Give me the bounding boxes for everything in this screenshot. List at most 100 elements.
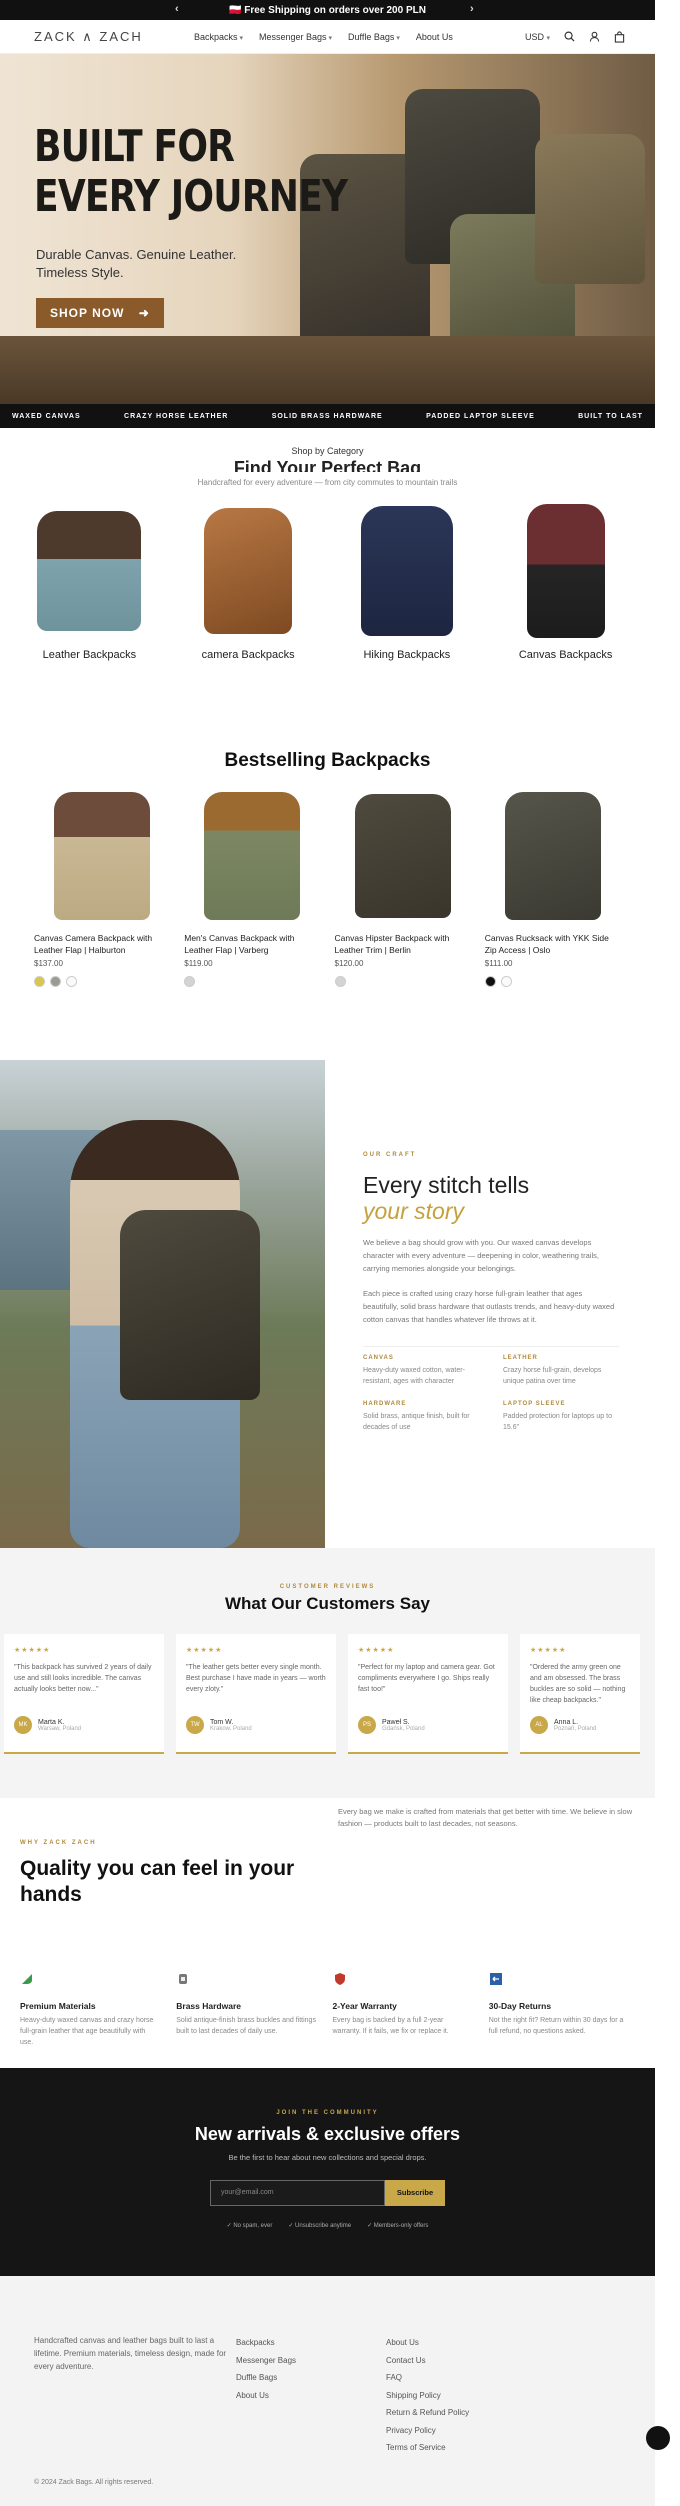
- footer-link[interactable]: About Us: [386, 2334, 469, 2352]
- announcement-next-button[interactable]: ›: [470, 3, 474, 15]
- currency-selector[interactable]: USD ▾: [525, 32, 550, 42]
- nav-about-us[interactable]: About Us: [416, 32, 453, 42]
- newsletter-eyebrow: JOIN THE COMMUNITY: [276, 2110, 379, 2116]
- avatar: PS: [358, 1716, 376, 1734]
- benefit-item: ✓ No spam, ever: [226, 2223, 273, 2229]
- category-card-camera[interactable]: camera Backpacks: [173, 501, 323, 661]
- copyright: © 2024 Zack Bags. All rights reserved.: [34, 2479, 154, 2486]
- site-footer: Handcrafted canvas and leather bags buil…: [0, 2276, 655, 2506]
- search-icon[interactable]: [564, 31, 575, 42]
- nav-duffle-bags[interactable]: Duffle Bags: [348, 32, 400, 42]
- quality-feature-text: Every bag is backed by a full 2-year war…: [332, 2017, 449, 2035]
- rating-stars: ★★★★★: [186, 1647, 223, 1654]
- footer-link[interactable]: FAQ: [386, 2369, 469, 2387]
- review-card: ★★★★★ "Ordered the army green one and am…: [520, 1634, 640, 1754]
- nav-messenger-bags[interactable]: Messenger Bags: [259, 32, 332, 42]
- user-icon[interactable]: [589, 31, 600, 42]
- footer-link[interactable]: Return & Refund Policy: [386, 2404, 469, 2422]
- story-title: Every stitch tells your story: [363, 1172, 619, 1224]
- avatar: AL: [530, 1716, 548, 1734]
- category-subtitle: Handcrafted for every adventure — from c…: [197, 478, 458, 487]
- product-card[interactable]: Men's Canvas Backpack with Leather Flap …: [184, 786, 320, 987]
- footer-link[interactable]: Shipping Policy: [386, 2387, 469, 2405]
- reviewer-location: Gdańsk, Poland: [382, 1725, 425, 1732]
- product-card[interactable]: Canvas Hipster Backpack with Leather Tri…: [334, 786, 471, 987]
- logo[interactable]: ZACK ∧ ZACH: [34, 29, 194, 45]
- reviewer-name: Marta K.: [38, 1718, 65, 1726]
- story-feature-title: LEATHER: [503, 1355, 538, 1361]
- story-photo: [0, 1060, 325, 1548]
- feature-marquee: WAXED CANVAS CRAZY HORSE LEATHER SOLID B…: [0, 404, 655, 428]
- footer-link[interactable]: Privacy Policy: [386, 2422, 469, 2440]
- quality-feature-title: 2-Year Warranty: [332, 2001, 397, 2011]
- footer-link[interactable]: Terms of Service: [386, 2439, 469, 2457]
- review-list: ★★★★★ "This backpack has survived 2 year…: [0, 1634, 655, 1754]
- story-text: OUR CRAFT Every stitch tells your story W…: [325, 1060, 655, 1548]
- currency-label: USD: [524, 31, 544, 42]
- reviewer: PS Paweł S. Gdańsk, Poland: [358, 1716, 498, 1734]
- main-nav: Backpacks Messenger Bags Duffle Bags Abo…: [194, 32, 525, 42]
- swatch-yellow[interactable]: [34, 976, 45, 987]
- announcement-prev-button[interactable]: ‹: [175, 3, 179, 15]
- swatch-light-gray[interactable]: [184, 976, 196, 987]
- cart-icon[interactable]: [614, 30, 625, 43]
- footer-link[interactable]: Contact Us: [386, 2352, 469, 2370]
- color-swatches: [334, 976, 471, 987]
- quality-feature-text: Solid antique-finish brass buckles and f…: [176, 2017, 316, 2035]
- reviewer-location: Poznań, Poland: [554, 1725, 597, 1732]
- footer-about: Handcrafted canvas and leather bags buil…: [34, 2336, 227, 2371]
- swatch-light-gray[interactable]: [334, 976, 346, 987]
- quality-feature-title: Premium Materials: [20, 2001, 96, 2011]
- category-label: Leather Backpacks: [42, 649, 137, 661]
- color-swatches: [484, 976, 621, 987]
- email-field[interactable]: your@email.com: [210, 2180, 385, 2206]
- shop-now-button[interactable]: SHOP NOW ➜: [36, 298, 164, 328]
- category-eyebrow: Shop by Category: [291, 446, 364, 456]
- marquee-item: SOLID BRASS HARDWARE: [271, 412, 383, 420]
- review-card: ★★★★★ "The leather gets better every sin…: [176, 1634, 336, 1754]
- nav-backpacks[interactable]: Backpacks: [194, 32, 243, 42]
- product-name: Men's Canvas Backpack with Leather Flap …: [184, 933, 295, 955]
- footer-link[interactable]: About Us: [236, 2387, 386, 2405]
- quality-feature-text: Not the right fit? Return within 30 days…: [488, 2017, 624, 2035]
- category-image: [491, 501, 641, 641]
- reviews-title: What Our Customers Say: [225, 1594, 430, 1613]
- chat-icon[interactable]: [646, 2426, 670, 2450]
- quality-feature-text: Heavy-duty waxed canvas and crazy horse …: [20, 2017, 154, 2046]
- newsletter-title: New arrivals & exclusive offers: [194, 2124, 461, 2144]
- story-feature: CANVAS Heavy-duty waxed cotton, water-res…: [363, 1355, 479, 1387]
- reviewer-location: Krakow, Poland: [210, 1725, 252, 1732]
- marquee-item: WAXED CANVAS: [12, 412, 81, 420]
- quality-feature: 2-Year Warranty Every bag is backed by a…: [333, 1972, 473, 2048]
- footer-link[interactable]: Duffle Bags: [236, 2369, 386, 2387]
- swatch-black[interactable]: [484, 976, 496, 987]
- benefit-item: ✓ Members-only offers: [367, 2223, 429, 2229]
- footer-link[interactable]: Messenger Bags: [236, 2352, 386, 2370]
- story-feature: LAPTOP SLEEVE Padded protection for lapto…: [503, 1401, 619, 1433]
- marquee-item: PADDED LAPTOP SLEEVE: [426, 412, 535, 420]
- product-card[interactable]: Canvas Rucksack with YKK Side Zip Access…: [484, 786, 621, 987]
- rating-stars: ★★★★★: [358, 1647, 395, 1654]
- footer-shop-links: Backpacks Messenger Bags Duffle Bags Abo…: [236, 2334, 386, 2457]
- category-card-canvas[interactable]: Canvas Backpacks: [491, 501, 641, 661]
- benefit-item: ✓ Unsubscribe anytime: [288, 2223, 352, 2229]
- story-eyebrow: OUR CRAFT: [363, 1152, 417, 1158]
- story-title-main: Every stitch tells: [363, 1172, 530, 1198]
- swatch-white[interactable]: [500, 976, 512, 987]
- subscribe-button[interactable]: Subscribe: [385, 2180, 445, 2206]
- footer-link[interactable]: Backpacks: [236, 2334, 386, 2352]
- product-card[interactable]: Canvas Camera Backpack with Leather Flap…: [34, 786, 170, 987]
- swatch-white[interactable]: [66, 976, 77, 987]
- category-card-leather[interactable]: Leather Backpacks: [14, 501, 164, 661]
- bestsellers-title: Bestselling Backpacks: [224, 750, 431, 771]
- swatch-gray[interactable]: [50, 976, 61, 987]
- reviewer: TW Tom W. Krakow, Poland: [186, 1716, 326, 1734]
- page: ‹ 🇵🇱 Free Shipping on orders over 200 PL…: [0, 0, 655, 2506]
- quality-features: Premium Materials Heavy-duty waxed canva…: [20, 1972, 629, 2048]
- rating-stars: ★★★★★: [530, 1647, 567, 1654]
- rating-stars: ★★★★★: [14, 1647, 51, 1654]
- story-feature-text: Crazy horse full-grain, develops unique …: [503, 1367, 602, 1385]
- quality-title: Quality you can feel in your hands: [20, 1857, 295, 1906]
- category-card-hiking[interactable]: Hiking Backpacks: [332, 501, 482, 661]
- review-text: "Perfect for my laptop and camera gear. …: [358, 1664, 495, 1693]
